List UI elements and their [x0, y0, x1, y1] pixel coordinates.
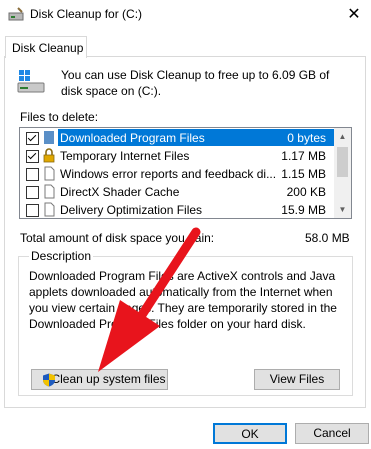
- disk-cleanup-icon: [8, 7, 24, 21]
- description-title: Description: [29, 249, 94, 263]
- total-space-label: Total amount of disk space you gain:: [20, 231, 215, 245]
- scroll-up-icon[interactable]: ▲: [334, 128, 351, 145]
- cleanup-button-label: Clean up system files: [51, 372, 166, 386]
- list-item[interactable]: Temporary Internet Files 1.17 MB: [20, 147, 334, 164]
- intro-text: You can use Disk Cleanup to free up to 6…: [61, 68, 330, 98]
- list-item[interactable]: DirectX Shader Cache 200 KB: [20, 183, 334, 200]
- list-item[interactable]: Downloaded Program Files 0 bytes: [20, 129, 334, 146]
- file-name: Temporary Internet Files: [60, 149, 190, 163]
- lock-icon: [43, 148, 55, 163]
- file-name: Windows error reports and feedback di...: [60, 167, 277, 181]
- vertical-scrollbar[interactable]: ▲ ▼: [334, 128, 351, 218]
- close-icon[interactable]: ✕: [344, 4, 364, 24]
- file-size: 1.15 MB: [281, 167, 326, 181]
- tab-disk-cleanup[interactable]: Disk Cleanup: [5, 36, 87, 58]
- checkbox[interactable]: [26, 132, 39, 145]
- checkbox[interactable]: [26, 204, 39, 217]
- file-size: 200 KB: [286, 185, 326, 199]
- file-icon: [44, 184, 55, 199]
- checkbox[interactable]: [26, 186, 39, 199]
- shield-icon: [43, 373, 55, 387]
- file-name: DirectX Shader Cache: [60, 185, 180, 199]
- list-item[interactable]: Windows error reports and feedback di...…: [20, 165, 334, 182]
- scroll-down-icon[interactable]: ▼: [334, 201, 351, 218]
- file-name: Delivery Optimization Files: [60, 203, 203, 217]
- files-to-delete-label: Files to delete:: [20, 110, 99, 124]
- ok-button[interactable]: OK: [213, 423, 287, 444]
- file-icon: [44, 202, 55, 217]
- list-item[interactable]: Delivery Optimization Files 15.9 MB: [20, 201, 334, 218]
- file-size: 15.9 MB: [281, 203, 326, 217]
- clean-up-system-files-button[interactable]: Clean up system files: [31, 369, 168, 390]
- window-title: Disk Cleanup for (C:): [30, 7, 143, 21]
- checkbox[interactable]: [26, 150, 39, 163]
- view-files-button[interactable]: View Files: [254, 369, 340, 390]
- total-space-value: 58.0 MB: [305, 231, 350, 245]
- files-listbox[interactable]: Downloaded Program Files 0 bytes Tempora…: [19, 127, 352, 219]
- checkbox[interactable]: [26, 168, 39, 181]
- scroll-thumb[interactable]: [337, 147, 348, 177]
- file-name: Downloaded Program Files: [60, 131, 205, 145]
- tab-label: Disk Cleanup: [12, 41, 84, 55]
- title-bar: Disk Cleanup for (C:) ✕: [0, 0, 371, 30]
- cancel-button[interactable]: Cancel: [295, 423, 369, 444]
- file-size: 1.17 MB: [281, 149, 326, 163]
- file-icon: [44, 166, 55, 181]
- description-text: Downloaded Program Files are ActiveX con…: [29, 269, 337, 331]
- drive-icon: [17, 70, 45, 93]
- file-size: 0 bytes: [287, 131, 326, 145]
- folder-icon: [44, 131, 54, 144]
